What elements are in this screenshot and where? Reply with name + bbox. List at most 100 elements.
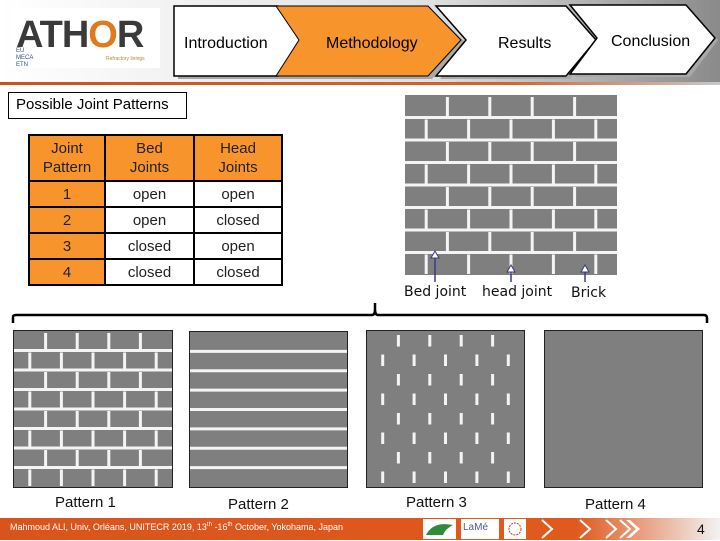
- head-joint: [444, 354, 447, 366]
- nav-introduction[interactable]: Introduction: [184, 35, 268, 53]
- chevron-right-icon: [626, 520, 640, 538]
- conference-badge-icon: [508, 522, 522, 536]
- head-joint: [107, 450, 111, 467]
- head-joint: [428, 413, 432, 425]
- head-joint: [123, 391, 127, 408]
- head-joint: [428, 374, 432, 386]
- table-header-row: Joint Pattern Bed Joints Head Joints: [28, 134, 283, 182]
- head-joint: [44, 450, 48, 467]
- head-joint: [123, 430, 127, 447]
- bed-joint: [14, 466, 172, 469]
- head-joint: [412, 354, 416, 366]
- head-joint: [445, 97, 449, 117]
- head-joint: [444, 432, 447, 444]
- head-joint: [506, 354, 510, 366]
- header-bed-joints: Bed Joints: [104, 134, 195, 182]
- bed-joint: [405, 138, 617, 142]
- head-joint: [28, 352, 32, 369]
- bed-joint: [14, 407, 172, 411]
- head-joint: [75, 333, 79, 350]
- nav-conclusion[interactable]: Conclusion: [611, 33, 690, 51]
- head-joint: [594, 119, 598, 139]
- head-joint: [138, 333, 142, 350]
- head-joint: [75, 450, 79, 467]
- bed-joint: [14, 388, 172, 391]
- head-joint: [91, 469, 95, 486]
- head-joint: [381, 354, 385, 366]
- table-row: 3 closed open: [28, 232, 283, 260]
- pattern-3-image: [366, 330, 525, 488]
- head-joint: [44, 411, 48, 428]
- head-joint: [551, 209, 555, 229]
- head-joint: [396, 413, 400, 425]
- bed-joint: [405, 161, 617, 164]
- bed-joint: [190, 388, 347, 392]
- head-joint: [381, 471, 385, 483]
- head-joint: [396, 452, 400, 464]
- arrow-head-bed: [430, 249, 440, 259]
- head-joint: [428, 335, 432, 347]
- head-joint: [594, 164, 598, 184]
- cell-head: open: [193, 180, 283, 208]
- pattern-4-label: Pattern 4: [585, 496, 646, 513]
- cell-head: closed: [193, 206, 283, 234]
- head-joint: [530, 187, 534, 207]
- nav-methodology[interactable]: Methodology: [326, 35, 418, 53]
- head-joint: [428, 452, 432, 464]
- head-joint: [424, 119, 428, 139]
- head-joint: [459, 413, 463, 425]
- head-joint: [123, 352, 127, 369]
- head-joint: [491, 413, 495, 425]
- head-joint: [467, 209, 471, 229]
- page-number: 4: [697, 521, 705, 537]
- head-joint: [509, 209, 513, 229]
- head-joint: [107, 411, 111, 428]
- joint-pattern-table: Joint Pattern Bed Joints Head Joints 1 open…: [28, 134, 283, 286]
- bed-joint: [405, 206, 617, 209]
- nav-results[interactable]: Results: [498, 35, 551, 53]
- head-joint: [491, 335, 495, 347]
- partner-logo-orleans: [423, 519, 456, 539]
- head-joint: [44, 372, 48, 389]
- head-joint: [459, 452, 463, 464]
- head-joint: [107, 333, 111, 350]
- head-joint: [488, 97, 492, 117]
- head-joint: [444, 471, 447, 483]
- head-joint: [381, 432, 385, 444]
- section-title: Possible Joint Patterns: [8, 92, 187, 119]
- bed-joint: [14, 368, 172, 372]
- pattern-1-label: Pattern 1: [55, 494, 116, 511]
- head-joint: [75, 372, 79, 389]
- partner-logo-unitecr: [504, 519, 526, 539]
- bed-joint: [405, 116, 617, 119]
- head-joint: [91, 352, 95, 369]
- head-joint: [530, 142, 534, 162]
- pattern-3-label: Pattern 3: [406, 494, 467, 511]
- cell-pattern: 4: [28, 258, 106, 286]
- head-joint: [28, 469, 32, 486]
- chevron-right-icon: [619, 519, 632, 539]
- head-joint: [59, 430, 63, 447]
- head-joint: [459, 374, 463, 386]
- header-joint-pattern: Joint Pattern: [28, 134, 106, 182]
- head-joint: [381, 393, 385, 405]
- cell-pattern: 2: [28, 206, 106, 234]
- cell-bed: open: [104, 180, 195, 208]
- head-joint: [488, 187, 492, 207]
- head-joint: [396, 335, 400, 347]
- head-joint: [154, 469, 158, 486]
- cell-pattern: 3: [28, 232, 106, 260]
- cell-bed: closed: [104, 258, 195, 286]
- bed-joint: [14, 427, 172, 430]
- grouping-brace: [11, 303, 709, 323]
- annotation-arrows: [430, 249, 590, 282]
- head-joint: [59, 469, 63, 486]
- head-joint: [475, 471, 479, 483]
- head-joint: [396, 374, 400, 386]
- head-joint: [154, 352, 158, 369]
- cell-head: closed: [193, 258, 283, 286]
- head-joint: [551, 119, 555, 139]
- head-joint: [475, 354, 479, 366]
- table-row: 2 open closed: [28, 206, 283, 234]
- head-joint: [573, 142, 577, 162]
